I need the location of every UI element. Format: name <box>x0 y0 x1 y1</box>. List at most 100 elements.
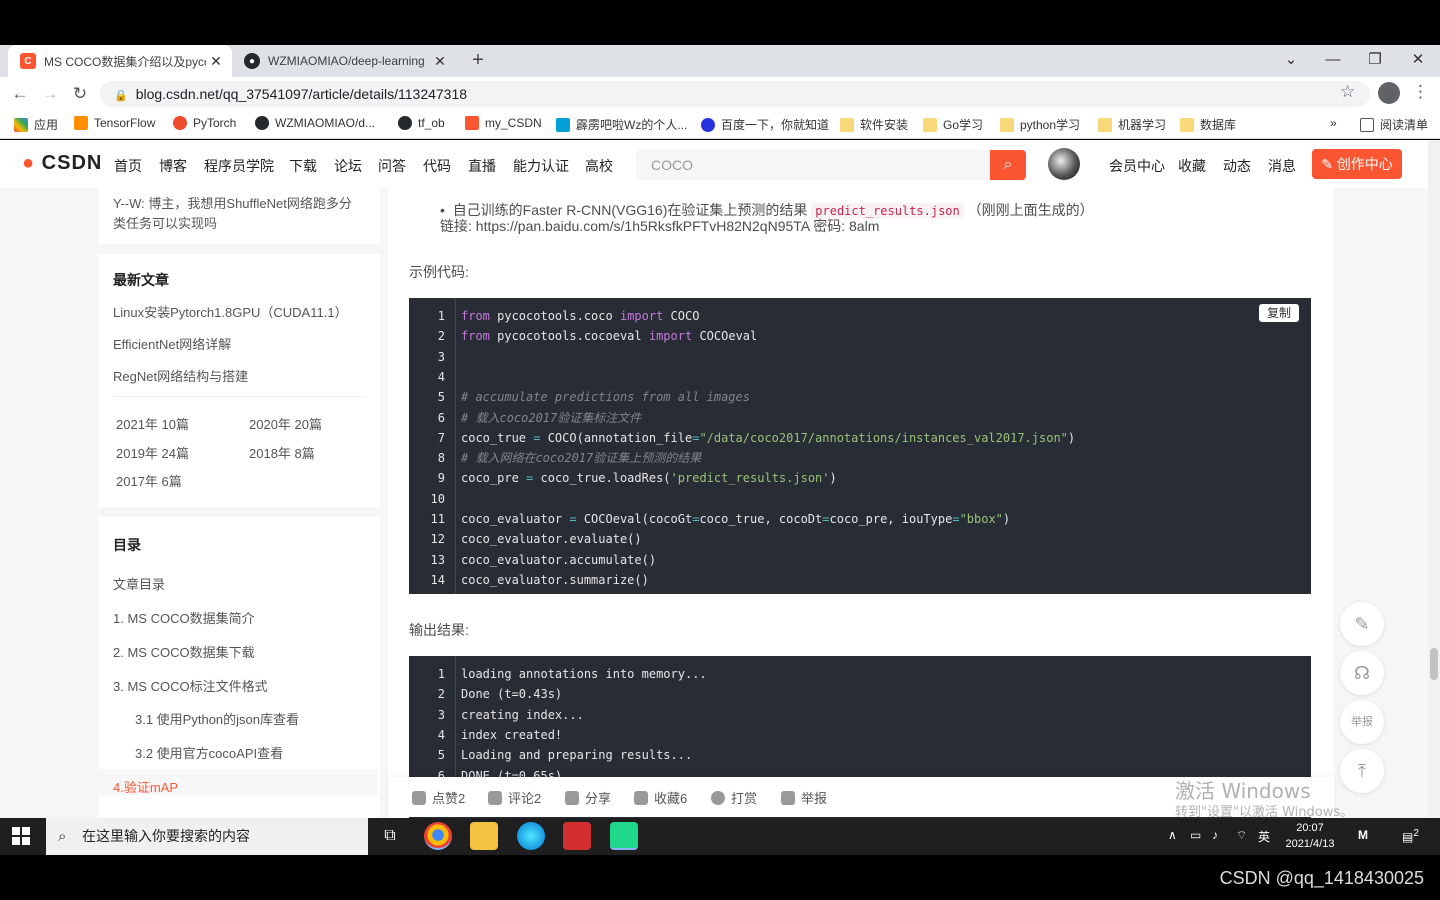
battery-icon[interactable]: ▭ <box>1190 828 1201 842</box>
code-text[interactable]: from pycocotools.cocoeval import COCOeva… <box>461 326 757 346</box>
toc-item[interactable]: 3. MS COCO标注文件格式 <box>113 676 268 695</box>
meet-now-icon[interactable]: M <box>1358 828 1368 842</box>
nav-forum[interactable]: 论坛 <box>334 156 362 176</box>
create-center-button[interactable]: ✎ 创作中心 <box>1312 149 1402 179</box>
scrollbar-thumb[interactable] <box>1430 648 1438 680</box>
toc-item-active[interactable]: 4.验证mAP <box>113 777 178 796</box>
comment-text[interactable]: 类任务可以实现吗 <box>113 213 217 232</box>
bookmark-tensorflow[interactable]: TensorFlow <box>74 116 155 130</box>
back-to-top-icon[interactable]: ⤒ <box>1340 749 1384 793</box>
csdn-logo[interactable]: ● CSDN <box>22 152 102 175</box>
ime-indicator[interactable]: 英 <box>1258 828 1270 845</box>
bookmark-folder-software[interactable]: 软件安装 <box>840 116 908 133</box>
favorite-button[interactable]: 收藏6 <box>634 788 687 807</box>
edge-icon[interactable] <box>517 822 545 850</box>
tray-chevron-icon[interactable]: ∧ <box>1168 828 1177 842</box>
code-text[interactable]: coco_pre = coco_true.loadRes('predict_re… <box>461 468 837 488</box>
code-text[interactable]: from pycocotools.coco import COCO <box>461 306 699 326</box>
toc-item[interactable]: 3.1 使用Python的json库查看 <box>135 709 299 728</box>
copy-button[interactable]: 复制 <box>1259 304 1299 322</box>
code-text[interactable]: # 载入网络在coco2017验证集上预测的结果 <box>461 448 701 468</box>
back-button[interactable]: ← <box>8 82 32 106</box>
bookmark-star-icon[interactable]: ☆ <box>1340 82 1355 102</box>
tab-csdn-article[interactable]: C MS COCO数据集介绍以及pycoc ✕ <box>8 45 232 77</box>
recent-article-link[interactable]: RegNet网络结构与搭建 <box>113 366 248 385</box>
system-clock[interactable]: 20:07 2021/4/13 <box>1280 820 1340 852</box>
archive-link[interactable]: 2019年 24篇 <box>116 443 189 462</box>
bookmark-folder-db[interactable]: 数据库 <box>1180 116 1236 133</box>
nav-home[interactable]: 首页 <box>114 156 142 176</box>
code-text[interactable]: coco_evaluator.evaluate() <box>461 529 642 549</box>
bookmark-folder-python[interactable]: python学习 <box>1000 116 1080 133</box>
nav-certification[interactable]: 能力认证 <box>513 156 569 176</box>
wps-icon[interactable] <box>563 822 591 850</box>
reload-button[interactable]: ↻ <box>68 82 92 106</box>
page-scrollbar[interactable] <box>1428 140 1440 818</box>
code-text[interactable]: # 载入coco2017验证集标注文件 <box>461 408 641 428</box>
comment-text[interactable]: Y--W: 博主，我想用ShuffleNet网络跑多分 <box>113 193 352 212</box>
comment-button[interactable]: 评论2 <box>488 788 541 807</box>
more-bookmarks-icon[interactable]: » <box>1330 116 1337 130</box>
notification-center-icon[interactable]: ▤2 <box>1402 828 1419 844</box>
output-text[interactable]: Loading and preparing results... <box>461 745 692 765</box>
nav-favorites[interactable]: 收藏 <box>1178 156 1206 176</box>
output-text[interactable]: loading annotations into memory... <box>461 664 707 684</box>
share-button[interactable]: 分享 <box>565 788 611 807</box>
reading-list[interactable]: 阅读清单 <box>1360 116 1428 133</box>
menu-icon[interactable]: ⋮ <box>1412 82 1429 102</box>
bookmark-my-csdn[interactable]: my_CSDN <box>465 116 542 130</box>
chrome-icon[interactable] <box>424 822 452 850</box>
file-explorer-icon[interactable] <box>470 822 498 850</box>
nav-live[interactable]: 直播 <box>468 156 496 176</box>
download-link-line[interactable]: 链接: https://pan.baidu.com/s/1h5RksfkPFTv… <box>440 216 879 236</box>
archive-link[interactable]: 2020年 20篇 <box>249 414 322 433</box>
restore-button[interactable]: ❐ <box>1360 49 1390 73</box>
reward-button[interactable]: 打赏 <box>711 788 757 807</box>
output-text[interactable]: Done (t=0.43s) <box>461 684 562 704</box>
code-text[interactable]: coco_evaluator.summarize() <box>461 570 649 590</box>
nav-blog[interactable]: 博客 <box>159 156 187 176</box>
volume-icon[interactable]: ♪ <box>1212 828 1218 842</box>
edit-icon[interactable]: ✎ <box>1340 602 1384 646</box>
code-text[interactable]: coco_evaluator.accumulate() <box>461 550 656 570</box>
close-tab-icon[interactable]: ✕ <box>430 53 450 70</box>
wifi-icon[interactable]: ⌔ <box>1236 828 1247 843</box>
report-button[interactable]: 举报 <box>781 788 827 807</box>
code-text[interactable]: coco_evaluator = COCOeval(cocoGt=coco_tr… <box>461 509 1010 529</box>
profile-avatar[interactable] <box>1378 82 1400 104</box>
minimize-button[interactable]: — <box>1318 49 1348 73</box>
bookmark-folder-go[interactable]: Go学习 <box>923 116 983 133</box>
recent-article-link[interactable]: Linux安装Pytorch1.8GPU（CUDA11.1） <box>113 302 348 321</box>
output-text[interactable]: creating index... <box>461 705 584 725</box>
nav-messages[interactable]: 消息 <box>1268 156 1296 176</box>
toc-item[interactable]: 2. MS COCO数据集下载 <box>113 642 255 661</box>
close-tab-icon[interactable]: ✕ <box>206 53 226 70</box>
bookmark-apps[interactable]: 应用 <box>14 116 58 133</box>
nav-code[interactable]: 代码 <box>423 156 451 176</box>
nav-qa[interactable]: 问答 <box>378 156 406 176</box>
code-text[interactable]: coco_true = COCO(annotation_file="/data/… <box>461 428 1075 448</box>
bookmark-baidu[interactable]: 百度一下，你就知道 <box>701 116 829 133</box>
search-icon[interactable]: ⌕ <box>990 150 1026 180</box>
site-search-input[interactable]: COCO <box>636 150 990 180</box>
task-view-icon[interactable]: ⧉ <box>376 822 404 850</box>
archive-link[interactable]: 2017年 6篇 <box>116 471 182 490</box>
archive-link[interactable]: 2021年 10篇 <box>116 414 189 433</box>
url-field[interactable]: 🔒 blog.csdn.net/qq_37541097/article/detai… <box>100 81 1370 107</box>
bookmark-pytorch[interactable]: PyTorch <box>173 116 236 130</box>
toc-item[interactable]: 3.2 使用官方cocoAPI查看 <box>135 743 283 762</box>
bookmark-bilibili[interactable]: 霹雳吧啦Wz的个人... <box>556 116 687 133</box>
taskbar-search-input[interactable]: ⌕ 在这里输入你要搜索的内容 <box>46 818 368 855</box>
nav-download[interactable]: 下载 <box>289 156 317 176</box>
toc-item[interactable]: 1. MS COCO数据集简介 <box>113 608 255 627</box>
nav-activity[interactable]: 动态 <box>1223 156 1251 176</box>
nav-university[interactable]: 高校 <box>585 156 613 176</box>
new-tab-button[interactable]: + <box>466 49 490 73</box>
output-text[interactable]: index created! <box>461 725 562 745</box>
code-text[interactable]: # accumulate predictions from all images <box>461 387 750 407</box>
bookmark-wzmiaomiao[interactable]: WZMIAOMIAO/d... <box>255 116 375 130</box>
user-avatar[interactable] <box>1048 148 1080 180</box>
archive-link[interactable]: 2018年 8篇 <box>249 443 315 462</box>
nav-member-center[interactable]: 会员中心 <box>1109 156 1165 176</box>
tab-search-icon[interactable]: ⌄ <box>1276 49 1306 73</box>
